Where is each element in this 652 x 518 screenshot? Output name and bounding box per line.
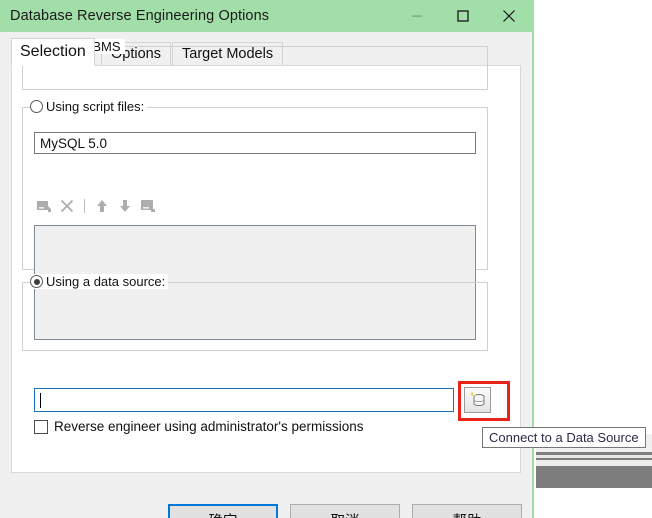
help-button[interactable]: 帮助 (412, 504, 522, 518)
data-source-label: Using a data source: (46, 274, 166, 289)
cancel-button-label: 取消 (331, 510, 360, 518)
minimize-icon (412, 15, 422, 17)
admin-permissions-row[interactable]: Reverse engineer using administrator's p… (34, 419, 363, 434)
title-bar[interactable]: Database Reverse Engineering Options (0, 0, 532, 32)
checkbox-admin-permissions-label: Reverse engineer using administrator's p… (54, 419, 364, 434)
radio-using-script-files[interactable] (30, 100, 43, 113)
database-connect-icon (469, 392, 484, 407)
add-file-icon[interactable] (36, 198, 52, 214)
connect-data-source-tooltip: Connect to a Data Source (482, 427, 646, 448)
connect-data-source-button[interactable] (464, 387, 491, 413)
move-down-icon[interactable] (117, 198, 133, 214)
data-source-group-title[interactable]: Using a data source: (30, 274, 169, 289)
screenshot-root: Database Reverse Engineering Options Sel… (0, 0, 652, 518)
tab-selection[interactable]: Selection (11, 38, 95, 66)
text-caret (40, 392, 41, 408)
minimize-button[interactable] (394, 0, 440, 32)
close-button[interactable] (486, 0, 532, 32)
checkbox-admin-permissions[interactable] (34, 419, 48, 434)
window-title: Database Reverse Engineering Options (10, 8, 270, 24)
move-up-icon[interactable] (94, 198, 110, 214)
script-files-toolbar (36, 195, 156, 217)
maximize-icon (457, 10, 469, 22)
background-window-bar (536, 466, 652, 488)
script-files-label: Using script files: (46, 99, 145, 114)
window-controls (394, 0, 532, 32)
script-files-group-title[interactable]: Using script files: (30, 99, 148, 114)
reverse-engineering-dialog: Database Reverse Engineering Options Sel… (0, 0, 646, 518)
tooltip-text: Connect to a Data Source (489, 430, 639, 445)
tab-selection-label: Selection (20, 43, 86, 60)
dialog-client-area: Selection Options Target Models Current … (0, 32, 646, 518)
ok-button-label: 确定 (209, 510, 238, 518)
data-source-input[interactable] (34, 388, 454, 412)
delete-file-icon[interactable] (59, 198, 75, 214)
ok-button[interactable]: 确定 (168, 504, 278, 518)
toolbar-separator (84, 199, 85, 213)
help-button-label: 帮助 (453, 510, 482, 518)
cancel-button[interactable]: 取消 (290, 504, 400, 518)
close-icon (503, 10, 515, 22)
data-source-group: Using a data source: (22, 274, 488, 351)
maximize-button[interactable] (440, 0, 486, 32)
edit-file-icon[interactable] (140, 198, 156, 214)
radio-using-data-source[interactable] (30, 275, 43, 288)
